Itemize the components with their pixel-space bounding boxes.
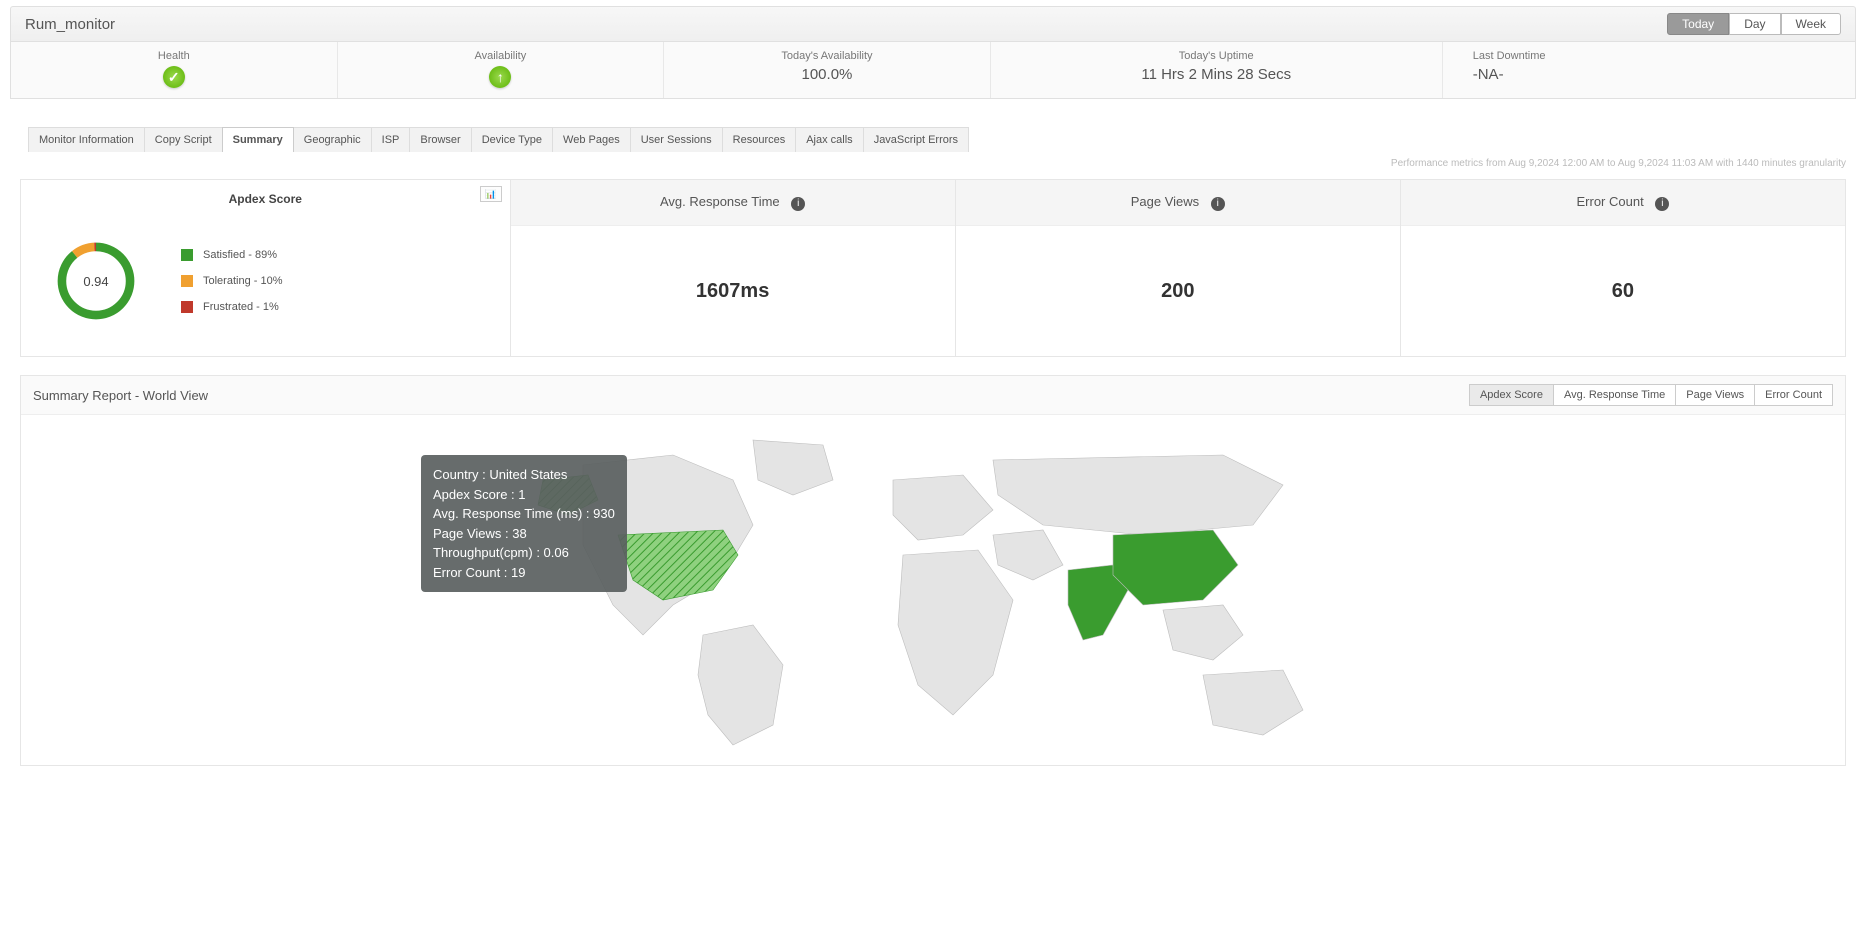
tab-summary[interactable]: Summary [222,127,294,152]
tooltip-apdex: Apdex Score : 1 [433,485,615,505]
title-bar: Rum_monitor Today Day Week [10,6,1856,42]
apdex-score-value: 0.94 [51,236,141,326]
world-map[interactable] [523,425,1343,755]
info-icon[interactable]: i [1211,197,1225,211]
map-region-china[interactable] [1113,530,1238,605]
swatch-satisfied [181,249,193,261]
status-availability: Availability ↑ [338,42,665,98]
apdex-legend: Satisfied - 89% Tolerating - 10% Frustra… [181,249,283,313]
page-views-value: 200 [956,226,1400,356]
health-check-icon: ✓ [163,66,185,88]
time-range-today[interactable]: Today [1667,13,1729,35]
error-count-card: Error Count i 60 [1400,180,1845,356]
world-view-title: Summary Report - World View [33,388,208,403]
avg-response-card: Avg. Response Time i 1607ms [510,180,955,356]
world-tab-avg[interactable]: Avg. Response Time [1553,384,1676,406]
todays-uptime-label: Today's Uptime [997,50,1436,62]
status-availability-label: Availability [344,50,658,62]
tooltip-avg: Avg. Response Time (ms) : 930 [433,504,615,524]
legend-frustrated: Frustrated - 1% [181,301,283,313]
status-health: Health ✓ [11,42,338,98]
apdex-card: 📊 Apdex Score 0.94 Satisfied - 89% [21,180,510,356]
tab-user-sessions[interactable]: User Sessions [630,127,723,152]
time-range-toggle: Today Day Week [1667,13,1841,35]
tooltip-country: Country : United States [433,465,615,485]
legend-frustrated-label: Frustrated - 1% [203,301,279,313]
world-tab-apdex[interactable]: Apdex Score [1469,384,1554,406]
world-map-body: Country : United States Apdex Score : 1 … [21,415,1845,765]
last-downtime-value: -NA- [1473,66,1849,83]
page-views-label: Page Views [1131,194,1199,209]
last-downtime-label: Last Downtime [1473,50,1849,62]
todays-availability-label: Today's Availability [670,50,984,62]
tooltip-views: Page Views : 38 [433,524,615,544]
swatch-tolerating [181,275,193,287]
tab-resources[interactable]: Resources [722,127,797,152]
tab-geographic[interactable]: Geographic [293,127,372,152]
world-tab-views[interactable]: Page Views [1675,384,1755,406]
tab-javascript-errors[interactable]: JavaScript Errors [863,127,969,152]
avg-response-header: Avg. Response Time i [511,180,955,226]
metrics-note: Performance metrics from Aug 9,2024 12:0… [0,158,1846,169]
tab-monitor-information[interactable]: Monitor Information [28,127,145,152]
main-tabs: Monitor Information Copy Script Summary … [28,127,1856,152]
page-views-header: Page Views i [956,180,1400,226]
apdex-title: Apdex Score [21,180,510,206]
apdex-donut-chart: 0.94 [51,236,141,326]
tab-copy-script[interactable]: Copy Script [144,127,223,152]
legend-tolerating-label: Tolerating - 10% [203,275,283,287]
swatch-frustrated [181,301,193,313]
time-range-day[interactable]: Day [1729,13,1780,35]
legend-satisfied: Satisfied - 89% [181,249,283,261]
status-todays-uptime: Today's Uptime 11 Hrs 2 Mins 28 Secs [991,42,1443,98]
status-last-downtime: Last Downtime -NA- [1443,42,1855,98]
legend-tolerating: Tolerating - 10% [181,275,283,287]
page-views-card: Page Views i 200 [955,180,1400,356]
tooltip-errors: Error Count : 19 [433,563,615,583]
summary-cards: 📊 Apdex Score 0.94 Satisfied - 89% [20,179,1846,357]
tab-device-type[interactable]: Device Type [471,127,553,152]
tab-web-pages[interactable]: Web Pages [552,127,631,152]
apdex-settings-button[interactable]: 📊 [480,186,502,202]
chart-settings-icon: 📊 [485,189,496,200]
world-view-tabs: Apdex Score Avg. Response Time Page View… [1469,384,1833,406]
tab-isp[interactable]: ISP [371,127,411,152]
avg-response-label: Avg. Response Time [660,194,780,209]
info-icon[interactable]: i [1655,197,1669,211]
status-row: Health ✓ Availability ↑ Today's Availabi… [10,42,1856,99]
todays-availability-value: 100.0% [670,66,984,83]
legend-satisfied-label: Satisfied - 89% [203,249,277,261]
error-count-header: Error Count i [1401,180,1845,226]
time-range-week[interactable]: Week [1781,13,1841,35]
tab-browser[interactable]: Browser [409,127,471,152]
availability-up-icon: ↑ [489,66,511,88]
avg-response-value: 1607ms [511,226,955,356]
tab-ajax-calls[interactable]: Ajax calls [795,127,863,152]
tooltip-throughput: Throughput(cpm) : 0.06 [433,543,615,563]
=: Country : United States Apdex Score : 1 … [421,455,627,592]
world-tab-errors[interactable]: Error Count [1754,384,1833,406]
world-view-panel: Summary Report - World View Apdex Score … [20,375,1846,766]
status-health-label: Health [17,50,331,62]
error-count-value: 60 [1401,226,1845,356]
status-todays-availability: Today's Availability 100.0% [664,42,991,98]
error-count-label: Error Count [1577,194,1644,209]
info-icon[interactable]: i [791,197,805,211]
todays-uptime-value: 11 Hrs 2 Mins 28 Secs [997,66,1436,83]
page-title: Rum_monitor [25,16,115,33]
